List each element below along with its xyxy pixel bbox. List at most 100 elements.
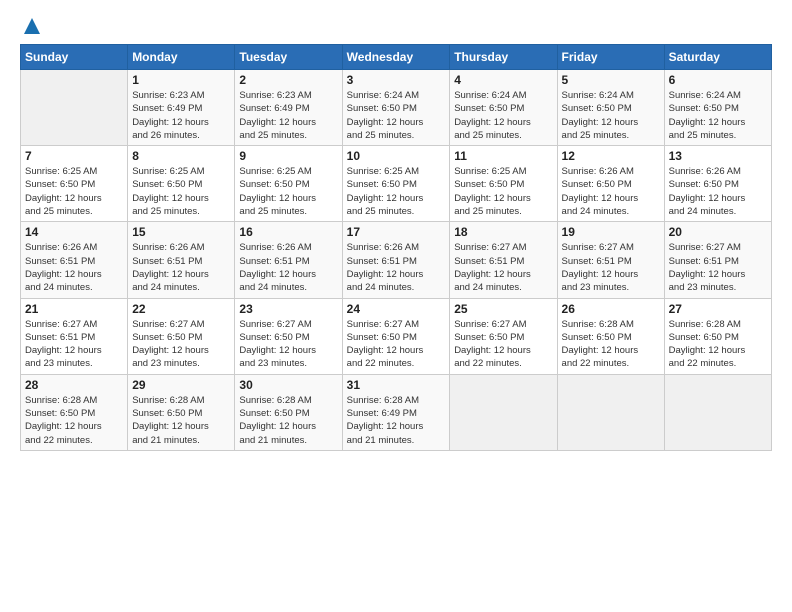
day-number: 19: [562, 225, 660, 239]
day-number: 9: [239, 149, 337, 163]
day-number: 14: [25, 225, 123, 239]
page-header: [20, 16, 772, 36]
day-number: 21: [25, 302, 123, 316]
day-info: Sunrise: 6:24 AMSunset: 6:50 PMDaylight:…: [454, 89, 552, 142]
table-row: 6 Sunrise: 6:24 AMSunset: 6:50 PMDaylight…: [664, 70, 771, 146]
table-row: 11 Sunrise: 6:25 AMSunset: 6:50 PMDayligh…: [450, 146, 557, 222]
table-row: [21, 70, 128, 146]
day-info: Sunrise: 6:24 AMSunset: 6:50 PMDaylight:…: [347, 89, 446, 142]
day-info: Sunrise: 6:25 AMSunset: 6:50 PMDaylight:…: [132, 165, 230, 218]
table-row: 16 Sunrise: 6:26 AMSunset: 6:51 PMDayligh…: [235, 222, 342, 298]
day-number: 11: [454, 149, 552, 163]
table-row: [450, 374, 557, 450]
day-number: 7: [25, 149, 123, 163]
calendar-week-row: 28 Sunrise: 6:28 AMSunset: 6:50 PMDayligh…: [21, 374, 772, 450]
day-info: Sunrise: 6:24 AMSunset: 6:50 PMDaylight:…: [562, 89, 660, 142]
day-info: Sunrise: 6:28 AMSunset: 6:50 PMDaylight:…: [669, 318, 767, 371]
table-row: 5Sunrise: 6:24 AMSunset: 6:50 PMDaylight…: [557, 70, 664, 146]
day-number: 28: [25, 378, 123, 392]
table-row: 4Sunrise: 6:24 AMSunset: 6:50 PMDaylight…: [450, 70, 557, 146]
day-number: 1: [132, 73, 230, 87]
day-info: Sunrise: 6:26 AMSunset: 6:51 PMDaylight:…: [347, 241, 446, 294]
calendar-header-row: SundayMondayTuesdayWednesdayThursdayFrid…: [21, 45, 772, 70]
day-number: 12: [562, 149, 660, 163]
calendar-header-wednesday: Wednesday: [342, 45, 450, 70]
day-number: 25: [454, 302, 552, 316]
day-info: Sunrise: 6:24 AMSunset: 6:50 PMDaylight:…: [669, 89, 767, 142]
table-row: 25 Sunrise: 6:27 AMSunset: 6:50 PMDayligh…: [450, 298, 557, 374]
day-number: 13: [669, 149, 767, 163]
day-info: Sunrise: 6:25 AMSunset: 6:50 PMDaylight:…: [239, 165, 337, 218]
day-info: Sunrise: 6:26 AMSunset: 6:51 PMDaylight:…: [132, 241, 230, 294]
calendar-header-saturday: Saturday: [664, 45, 771, 70]
calendar-week-row: 1 Sunrise: 6:23 AMSunset: 6:49 PMDaylight…: [21, 70, 772, 146]
day-info: Sunrise: 6:25 AMSunset: 6:50 PMDaylight:…: [454, 165, 552, 218]
calendar-table: SundayMondayTuesdayWednesdayThursdayFrid…: [20, 44, 772, 451]
table-row: 23 Sunrise: 6:27 AMSunset: 6:50 PMDayligh…: [235, 298, 342, 374]
logo: [20, 16, 42, 36]
day-info: Sunrise: 6:28 AMSunset: 6:49 PMDaylight:…: [347, 394, 446, 447]
day-info: Sunrise: 6:27 AMSunset: 6:50 PMDaylight:…: [239, 318, 337, 371]
table-row: 20Sunrise: 6:27 AMSunset: 6:51 PMDayligh…: [664, 222, 771, 298]
table-row: 14 Sunrise: 6:26 AMSunset: 6:51 PMDayligh…: [21, 222, 128, 298]
calendar-week-row: 14 Sunrise: 6:26 AMSunset: 6:51 PMDayligh…: [21, 222, 772, 298]
table-row: 22Sunrise: 6:27 AMSunset: 6:50 PMDayligh…: [128, 298, 235, 374]
table-row: 13Sunrise: 6:26 AMSunset: 6:50 PMDayligh…: [664, 146, 771, 222]
table-row: 9 Sunrise: 6:25 AMSunset: 6:50 PMDaylight…: [235, 146, 342, 222]
calendar-header-sunday: Sunday: [21, 45, 128, 70]
day-info: Sunrise: 6:27 AMSunset: 6:51 PMDaylight:…: [454, 241, 552, 294]
day-number: 30: [239, 378, 337, 392]
day-number: 3: [347, 73, 446, 87]
day-number: 27: [669, 302, 767, 316]
day-info: Sunrise: 6:27 AMSunset: 6:50 PMDaylight:…: [454, 318, 552, 371]
day-info: Sunrise: 6:28 AMSunset: 6:50 PMDaylight:…: [562, 318, 660, 371]
day-number: 17: [347, 225, 446, 239]
table-row: 31 Sunrise: 6:28 AMSunset: 6:49 PMDayligh…: [342, 374, 450, 450]
table-row: 2 Sunrise: 6:23 AMSunset: 6:49 PMDaylight…: [235, 70, 342, 146]
table-row: 17 Sunrise: 6:26 AMSunset: 6:51 PMDayligh…: [342, 222, 450, 298]
day-number: 6: [669, 73, 767, 87]
table-row: 24Sunrise: 6:27 AMSunset: 6:50 PMDayligh…: [342, 298, 450, 374]
day-number: 23: [239, 302, 337, 316]
table-row: 27 Sunrise: 6:28 AMSunset: 6:50 PMDayligh…: [664, 298, 771, 374]
table-row: 29Sunrise: 6:28 AMSunset: 6:50 PMDayligh…: [128, 374, 235, 450]
day-info: Sunrise: 6:26 AMSunset: 6:51 PMDaylight:…: [25, 241, 123, 294]
calendar-week-row: 21 Sunrise: 6:27 AMSunset: 6:51 PMDayligh…: [21, 298, 772, 374]
day-number: 15: [132, 225, 230, 239]
day-info: Sunrise: 6:27 AMSunset: 6:50 PMDaylight:…: [132, 318, 230, 371]
table-row: 8Sunrise: 6:25 AMSunset: 6:50 PMDaylight…: [128, 146, 235, 222]
day-info: Sunrise: 6:26 AMSunset: 6:51 PMDaylight:…: [239, 241, 337, 294]
table-row: 1Sunrise: 6:23 AMSunset: 6:49 PMDaylight…: [128, 70, 235, 146]
day-info: Sunrise: 6:27 AMSunset: 6:51 PMDaylight:…: [669, 241, 767, 294]
table-row: 19 Sunrise: 6:27 AMSunset: 6:51 PMDayligh…: [557, 222, 664, 298]
calendar-header-thursday: Thursday: [450, 45, 557, 70]
day-number: 16: [239, 225, 337, 239]
table-row: 18 Sunrise: 6:27 AMSunset: 6:51 PMDayligh…: [450, 222, 557, 298]
day-number: 18: [454, 225, 552, 239]
logo-icon: [22, 16, 42, 36]
calendar-header-friday: Friday: [557, 45, 664, 70]
day-info: Sunrise: 6:25 AMSunset: 6:50 PMDaylight:…: [347, 165, 446, 218]
day-info: Sunrise: 6:26 AMSunset: 6:50 PMDaylight:…: [562, 165, 660, 218]
table-row: 10Sunrise: 6:25 AMSunset: 6:50 PMDayligh…: [342, 146, 450, 222]
day-info: Sunrise: 6:23 AMSunset: 6:49 PMDaylight:…: [239, 89, 337, 142]
table-row: [664, 374, 771, 450]
table-row: 28Sunrise: 6:28 AMSunset: 6:50 PMDayligh…: [21, 374, 128, 450]
day-info: Sunrise: 6:27 AMSunset: 6:51 PMDaylight:…: [25, 318, 123, 371]
calendar-week-row: 7 Sunrise: 6:25 AMSunset: 6:50 PMDaylight…: [21, 146, 772, 222]
table-row: [557, 374, 664, 450]
day-number: 2: [239, 73, 337, 87]
day-info: Sunrise: 6:28 AMSunset: 6:50 PMDaylight:…: [239, 394, 337, 447]
day-number: 24: [347, 302, 446, 316]
table-row: 15 Sunrise: 6:26 AMSunset: 6:51 PMDayligh…: [128, 222, 235, 298]
table-row: 26 Sunrise: 6:28 AMSunset: 6:50 PMDayligh…: [557, 298, 664, 374]
day-number: 26: [562, 302, 660, 316]
calendar-header-monday: Monday: [128, 45, 235, 70]
day-number: 29: [132, 378, 230, 392]
day-info: Sunrise: 6:27 AMSunset: 6:51 PMDaylight:…: [562, 241, 660, 294]
table-row: 7Sunrise: 6:25 AMSunset: 6:50 PMDaylight…: [21, 146, 128, 222]
table-row: 3 Sunrise: 6:24 AMSunset: 6:50 PMDaylight…: [342, 70, 450, 146]
calendar-header-tuesday: Tuesday: [235, 45, 342, 70]
day-number: 31: [347, 378, 446, 392]
table-row: 30 Sunrise: 6:28 AMSunset: 6:50 PMDayligh…: [235, 374, 342, 450]
